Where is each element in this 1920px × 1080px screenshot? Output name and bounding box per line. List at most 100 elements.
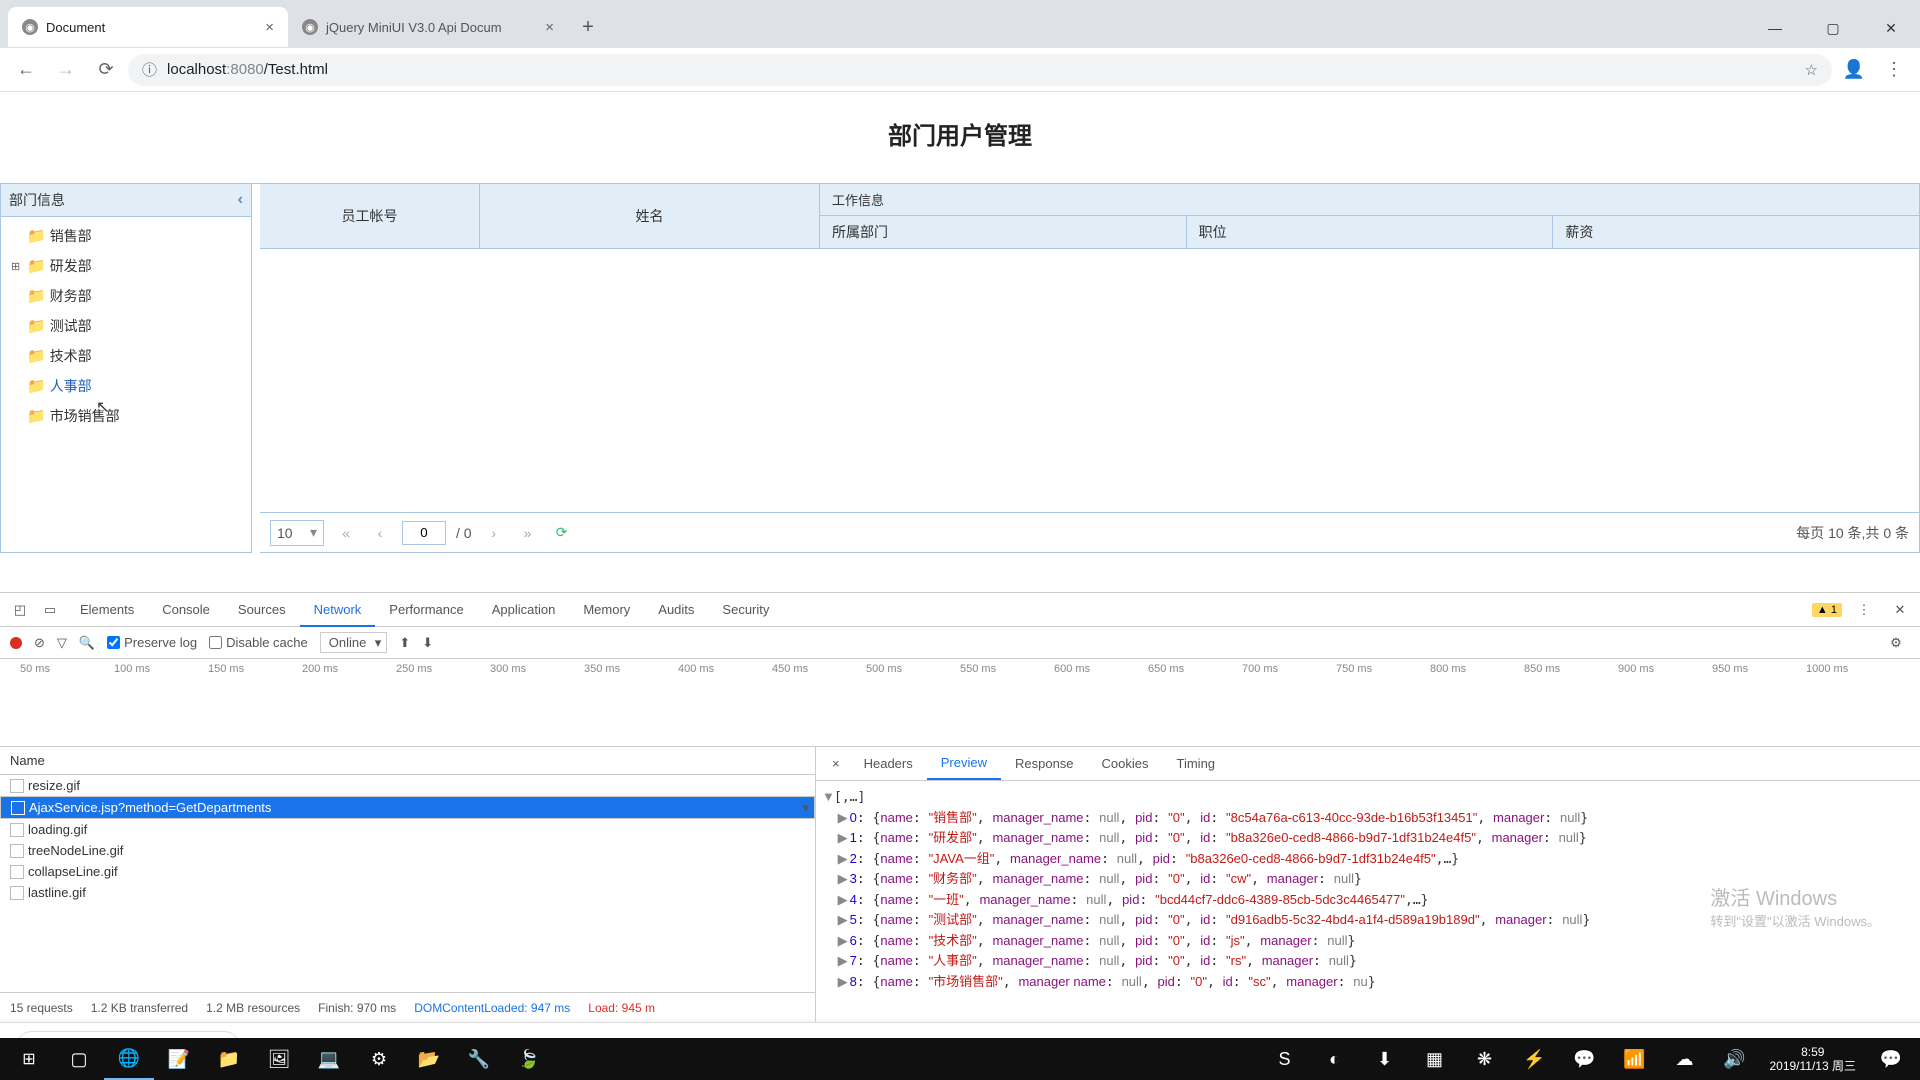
app-icon[interactable]: ⚙ <box>354 1038 404 1080</box>
start-button[interactable]: ⊞ <box>4 1038 54 1080</box>
task-view-icon[interactable]: ▢ <box>54 1038 104 1080</box>
settings-icon[interactable]: ⋮ <box>1850 596 1878 624</box>
app-icon[interactable]: 📝 <box>154 1038 204 1080</box>
detail-tab-timing[interactable]: Timing <box>1163 748 1230 779</box>
devtools-tab-application[interactable]: Application <box>478 594 570 625</box>
last-page-button[interactable]: » <box>516 521 540 545</box>
devtools-tab-security[interactable]: Security <box>708 594 783 625</box>
devtools-tab-memory[interactable]: Memory <box>569 594 644 625</box>
search-icon[interactable]: 🔍 <box>79 635 95 651</box>
device-icon[interactable]: ▭ <box>36 596 64 624</box>
bookmark-icon[interactable]: ☆ <box>1805 61 1818 79</box>
detail-tab-preview[interactable]: Preview <box>927 747 1001 780</box>
maximize-button[interactable]: ▢ <box>1804 8 1862 48</box>
folder-icon: 📁 <box>27 407 46 425</box>
tray-icon[interactable]: ◐ <box>1309 1038 1359 1080</box>
filter-icon[interactable]: ▽ <box>57 635 67 651</box>
tab-jquery-miniui[interactable]: ◉ jQuery MiniUI V3.0 Api Docum × <box>288 7 568 47</box>
tab-document[interactable]: ◉ Document × <box>8 7 288 47</box>
close-icon[interactable]: × <box>265 19 274 36</box>
col-dept[interactable]: 所属部门 <box>820 216 1187 248</box>
devtools-tab-network[interactable]: Network <box>300 594 376 627</box>
clear-button[interactable]: ⊘ <box>34 635 45 651</box>
refresh-button[interactable]: ⟳ <box>550 521 574 545</box>
app-icon[interactable]: 🍃 <box>504 1038 554 1080</box>
tray-icon[interactable]: 💬 <box>1559 1038 1609 1080</box>
col-pos[interactable]: 职位 <box>1187 216 1554 248</box>
col-salary[interactable]: 薪资 <box>1553 216 1919 248</box>
reload-button[interactable]: ⟳ <box>88 52 124 88</box>
next-page-button[interactable]: › <box>482 521 506 545</box>
app-icon[interactable]: 🖼 <box>254 1038 304 1080</box>
request-row[interactable]: collapseLine.gif <box>0 861 815 882</box>
network-timeline[interactable]: 50 ms100 ms150 ms200 ms250 ms300 ms350 m… <box>0 659 1920 747</box>
first-page-button[interactable]: « <box>334 521 358 545</box>
download-icon[interactable]: ⬇ <box>422 635 433 651</box>
tray-icon[interactable]: 📶 <box>1609 1038 1659 1080</box>
back-button[interactable]: ← <box>8 52 44 88</box>
json-preview[interactable]: ▼[,…] ▶0: {name: "销售部", manager_name: nu… <box>816 781 1920 1022</box>
app-icon[interactable]: 📂 <box>404 1038 454 1080</box>
app-icon[interactable]: 📁 <box>204 1038 254 1080</box>
devtools-tab-performance[interactable]: Performance <box>375 594 477 625</box>
url-field[interactable]: ⓘ localhost:8080/Test.html ☆ <box>128 54 1832 86</box>
devtools-tab-console[interactable]: Console <box>148 594 224 625</box>
tree-node-5[interactable]: 📁人事部 <box>1 371 251 401</box>
page-input[interactable] <box>402 521 446 545</box>
profile-icon[interactable]: 👤 <box>1836 52 1872 88</box>
inspect-icon[interactable]: ◰ <box>6 596 34 624</box>
devtools-tab-elements[interactable]: Elements <box>66 594 148 625</box>
tray-icon[interactable]: 🔊 <box>1709 1038 1759 1080</box>
prev-page-button[interactable]: ‹ <box>368 521 392 545</box>
tree-node-1[interactable]: 📁研发部 <box>1 251 251 281</box>
tray-icon[interactable]: ⚡ <box>1509 1038 1559 1080</box>
warning-badge[interactable]: ▲ 1 <box>1812 603 1842 617</box>
forward-button[interactable]: → <box>48 52 84 88</box>
detail-tab-cookies[interactable]: Cookies <box>1088 748 1163 779</box>
tree-node-6[interactable]: 📁市场销售部 <box>1 401 251 431</box>
request-row[interactable]: resize.gif <box>0 775 815 796</box>
chrome-icon[interactable]: 🌐 <box>104 1038 154 1080</box>
record-button[interactable] <box>10 637 22 649</box>
preserve-log-checkbox[interactable]: Preserve log <box>107 635 197 650</box>
request-row[interactable]: AjaxService.jsp?method=GetDepartments <box>0 796 815 819</box>
close-detail-icon[interactable]: × <box>822 756 850 771</box>
minimize-button[interactable]: — <box>1746 8 1804 48</box>
network-settings-icon[interactable]: ⚙ <box>1882 629 1910 657</box>
taskbar[interactable]: ⊞ ▢ 🌐 📝 📁 🖼 💻 ⚙ 📂 🔧 🍃 S ◐ ⬇ ▦ ❋ ⚡ 💬 📶 ☁ … <box>0 1038 1920 1080</box>
request-row[interactable]: treeNodeLine.gif <box>0 840 815 861</box>
col-empid[interactable]: 员工帐号 <box>260 184 480 248</box>
tree-node-0[interactable]: 📁销售部 <box>1 221 251 251</box>
notifications-icon[interactable]: 💬 <box>1866 1038 1916 1080</box>
tree-node-2[interactable]: 📁财务部 <box>1 281 251 311</box>
upload-icon[interactable]: ⬆ <box>399 635 410 651</box>
devtools-close-icon[interactable]: ✕ <box>1886 596 1914 624</box>
tray-icon[interactable]: S <box>1259 1038 1309 1080</box>
close-icon[interactable]: × <box>545 19 554 36</box>
throttling-select[interactable]: Online <box>320 632 388 653</box>
close-window-button[interactable]: ✕ <box>1862 8 1920 48</box>
clock[interactable]: 8:59 2019/11/13 周三 <box>1759 1045 1866 1074</box>
tray-icon[interactable]: ▦ <box>1409 1038 1459 1080</box>
tree-node-4[interactable]: 📁技术部 <box>1 341 251 371</box>
tray-icon[interactable]: ☁ <box>1659 1038 1709 1080</box>
request-row[interactable]: loading.gif <box>0 819 815 840</box>
tray-icon[interactable]: ⬇ <box>1359 1038 1409 1080</box>
request-row[interactable]: lastline.gif <box>0 882 815 903</box>
tray-icon[interactable]: ❋ <box>1459 1038 1509 1080</box>
detail-tab-headers[interactable]: Headers <box>850 748 927 779</box>
tree-node-3[interactable]: 📁测试部 <box>1 311 251 341</box>
request-list[interactable]: resize.gifAjaxService.jsp?method=GetDepa… <box>0 775 815 992</box>
detail-tab-response[interactable]: Response <box>1001 748 1088 779</box>
collapse-icon[interactable]: ‹ <box>238 191 243 209</box>
col-name[interactable]: 姓名 <box>480 184 820 248</box>
disable-cache-checkbox[interactable]: Disable cache <box>209 635 308 650</box>
new-tab-button[interactable]: + <box>572 11 604 43</box>
devtools-tab-audits[interactable]: Audits <box>644 594 708 625</box>
app-icon[interactable]: 🔧 <box>454 1038 504 1080</box>
devtools-tab-sources[interactable]: Sources <box>224 594 300 625</box>
menu-icon[interactable]: ⋮ <box>1876 52 1912 88</box>
app-icon[interactable]: 💻 <box>304 1038 354 1080</box>
page-size-select[interactable]: 10▾ <box>270 520 324 546</box>
name-column-header[interactable]: Name <box>0 747 815 775</box>
